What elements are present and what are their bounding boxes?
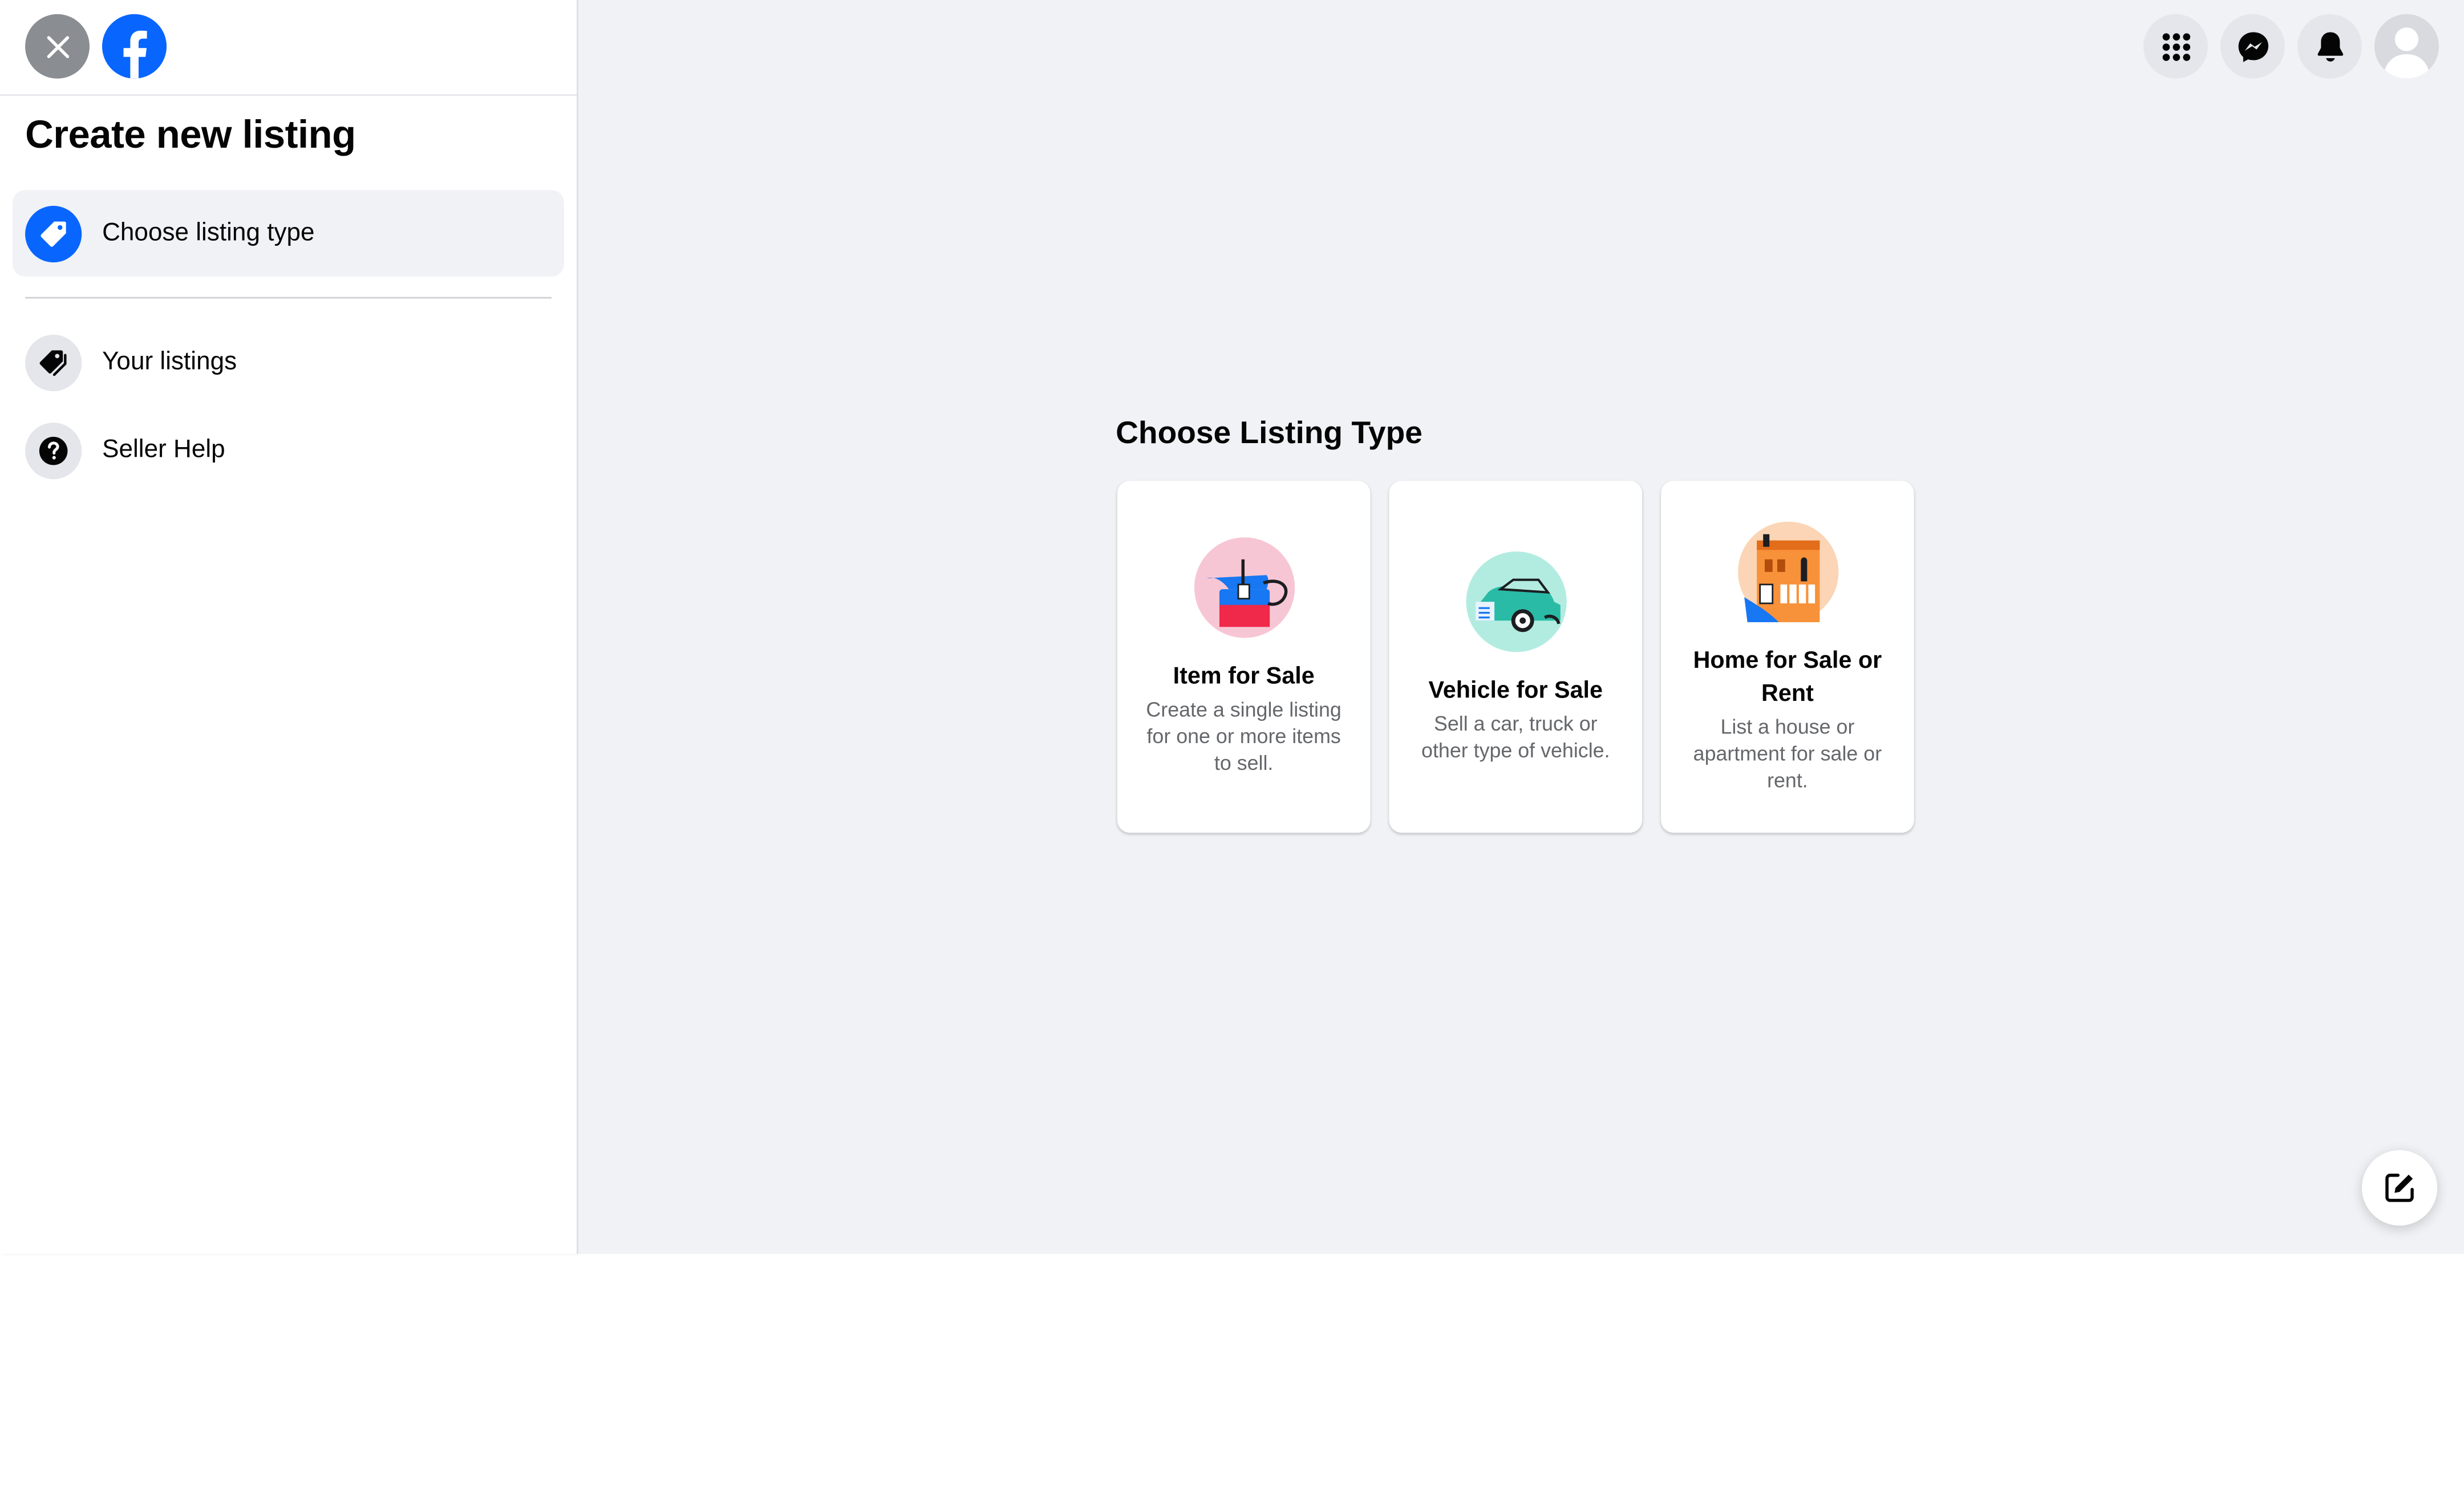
sidebar-item-label: Seller Help [102,436,225,463]
profile-avatar [2374,14,2439,79]
facebook-logo[interactable] [102,14,167,79]
main-content: Choose Listing Type Item for Sale Create… [578,0,2464,1254]
card-title: Home for Sale or Rent [1693,646,1882,707]
section-title: Choose Listing Type [1116,416,1423,451]
profile-button[interactable] [2374,14,2439,79]
menu-button[interactable] [2143,14,2208,79]
vehicle-for-sale-card[interactable]: Vehicle for Sale Sell a car, truck or ot… [1389,481,1643,833]
header-actions [2143,14,2439,79]
listing-type-cards: Item for Sale Create a single listing fo… [1117,481,1914,833]
notifications-icon [2317,31,2343,61]
card-title: Vehicle for Sale [1428,676,1603,703]
item-for-sale-icon [1193,537,1294,638]
vehicle-icon [1465,550,1566,651]
home-for-sale-card[interactable]: Home for Sale or Rent List a house or ap… [1661,481,1914,833]
sidebar: Create new listing Choose listing type Y… [0,0,578,1254]
menu-grid-icon [2162,33,2190,60]
tag-icon [25,205,82,262]
sidebar-item-label: Choose listing type [102,219,315,246]
card-title: Item for Sale [1173,663,1315,690]
compose-message-button[interactable] [2361,1150,2438,1226]
home-icon [1737,521,1838,622]
messenger-button[interactable] [2220,14,2285,79]
page: Create new listing Choose listing type Y… [0,0,2464,1508]
facebook-icon [102,14,167,79]
page-title: Create new listing [25,113,356,157]
help-icon [25,421,82,478]
notifications-button[interactable] [2297,14,2362,79]
close-icon [46,35,68,58]
messenger-icon [2238,31,2268,62]
compose-icon [2385,1174,2414,1202]
sidebar-item-your-listings[interactable]: Your listings [13,319,564,405]
card-description: List a house or apartment for sale or re… [1693,714,1882,792]
sidebar-item-seller-help[interactable]: Seller Help [13,407,564,494]
divider [25,297,552,299]
sidebar-item-label: Your listings [102,348,237,375]
card-description: Create a single listing for one or more … [1146,697,1342,775]
sidebar-header [0,0,577,96]
tags-icon [25,334,82,391]
item-for-sale-card[interactable]: Item for Sale Create a single listing fo… [1117,481,1371,833]
sidebar-item-choose-listing-type[interactable]: Choose listing type [13,190,565,277]
close-button[interactable] [25,14,90,79]
card-description: Sell a car, truck or other type of vehic… [1421,711,1610,761]
